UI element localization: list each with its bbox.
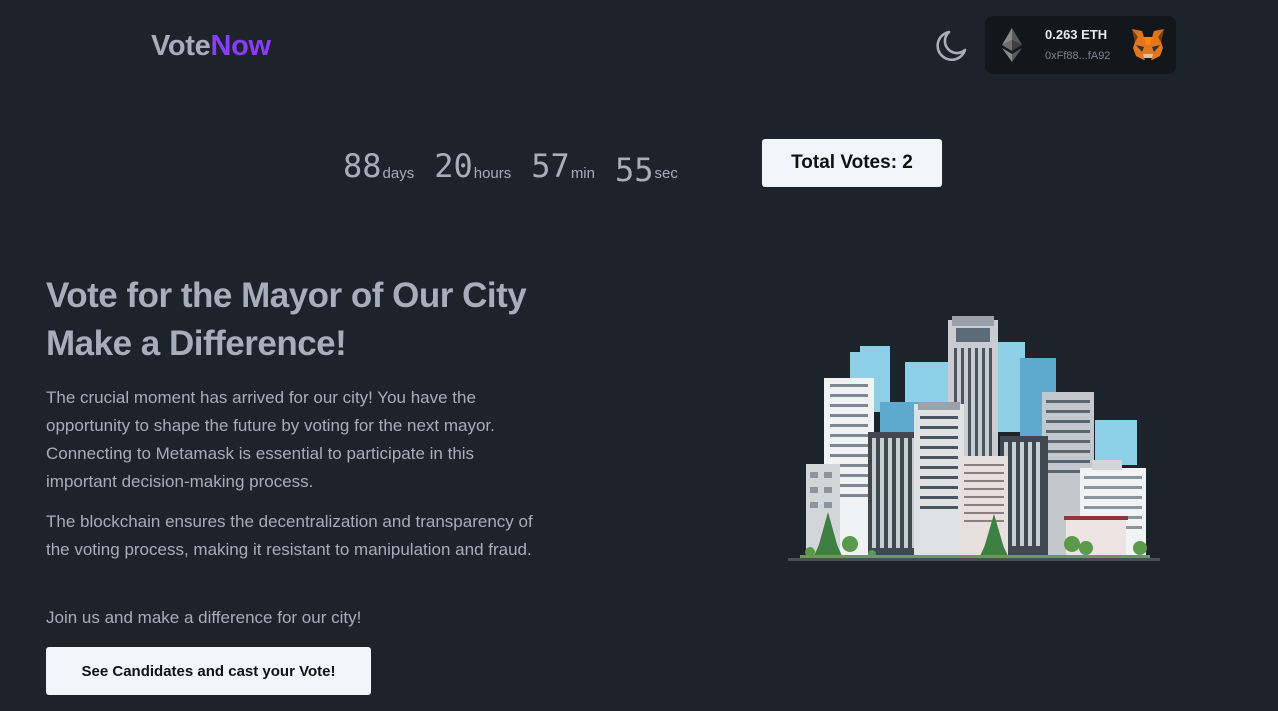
ethereum-icon [1000,27,1024,63]
logo-text-now: Now [210,30,272,62]
metamask-fox-icon [1130,27,1166,63]
hero-paragraph-intro: The crucial moment has arrived for our c… [46,388,495,491]
countdown-hours-label: hours [473,165,512,182]
countdown-minutes: 57 min [531,147,595,185]
see-candidates-button[interactable]: See Candidates and cast your Vote! [46,647,371,695]
wallet-address: 0xFf88...fA92 [1045,50,1111,62]
countdown-minutes-label: min [570,165,595,182]
hero-title: Vote for the Mayor of Our City Make a Di… [46,272,606,368]
countdown-seconds-label: sec [654,165,678,182]
wallet-button[interactable]: 0.263 ETH 0xFf88...fA92 [985,16,1176,74]
countdown-seconds-value: 55 [614,151,654,189]
hero-paragraph-blockchain: The blockchain ensures the decentralizat… [46,512,533,559]
countdown-timer: 88 days 20 hours 57 min 55 sec [343,143,698,189]
hero-paragraph-join: Join us and make a difference for our ci… [46,608,362,627]
total-votes-badge: Total Votes: 2 [762,139,942,187]
hero-title-line1: Vote for the Mayor of Our City [46,276,527,315]
logo-text-vote: Vote [151,30,211,62]
countdown-hours: 20 hours [434,147,511,185]
wallet-balance: 0.263 ETH [1045,27,1108,42]
countdown-days: 88 days [343,147,414,185]
app-logo[interactable]: VoteNow [151,29,271,63]
countdown-seconds: 55 sec [615,147,678,189]
countdown-hours-value: 20 [434,147,473,185]
city-skyline-illustration [780,312,1166,568]
hero-title-line2: Make a Difference! [46,324,347,363]
countdown-days-label: days [382,165,415,182]
moon-icon[interactable] [930,26,970,66]
countdown-minutes-value: 57 [531,147,570,185]
countdown-days-value: 88 [343,147,382,185]
